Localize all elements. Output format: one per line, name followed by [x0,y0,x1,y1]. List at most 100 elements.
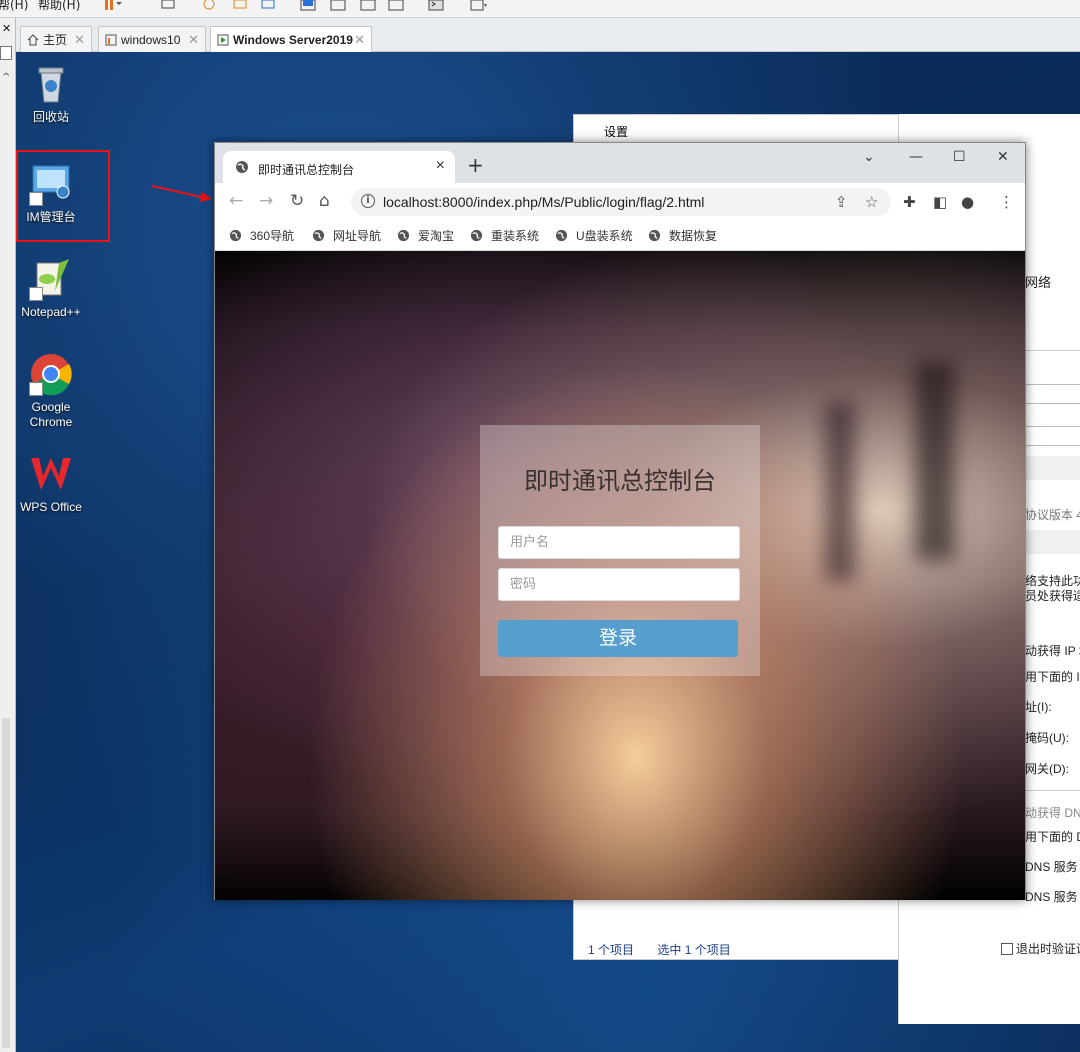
bookmark-item[interactable]: 爱淘宝 [397,227,454,244]
desktop-icon-google-chrome[interactable]: Google Chrome [16,352,86,430]
window-title: 设置 [604,125,629,139]
terminal-icon[interactable] [428,0,446,14]
globe-icon [397,229,410,242]
bookmark-label: 数据恢复 [669,229,718,243]
username-input[interactable]: 用户名 [498,526,740,559]
globe-icon [555,229,568,242]
view-full-icon[interactable] [300,0,318,14]
site-info-icon[interactable]: i [361,194,375,208]
home-icon [27,33,39,46]
dialog-heading: 网络 [1025,275,1052,290]
send-keys-icon[interactable] [160,0,178,14]
view-autofit-icon[interactable] [388,0,406,14]
home-icon[interactable]: ⌂ [319,192,330,210]
stretch-icon[interactable] [470,0,488,14]
desktop-icon-wps-office[interactable]: WPS Office [16,452,86,515]
menu-help-partial[interactable]: 帮(H) [0,0,28,13]
globe-icon [648,229,661,242]
tab-label: Windows Server2019 [233,33,353,47]
close-icon[interactable]: ✕ [74,32,85,48]
bookmark-label: 爱淘宝 [418,229,455,243]
radio-manual-ip[interactable]: 用下面的 IP [1025,668,1080,685]
profile-icon[interactable]: ● [961,193,974,211]
close-icon[interactable]: ✕ [354,32,365,48]
revert-snapshot-icon[interactable] [232,0,250,14]
extensions-icon[interactable]: ✚ [903,193,916,211]
bookmark-item[interactable]: 网址导航 [312,227,381,244]
recycle-bin-icon [29,62,73,106]
vm-running-icon [217,34,229,46]
chrome-tabstrip: 即时通讯总控制台 × + ⌄ — ☐ ✕ [215,143,1025,183]
pause-icon[interactable] [104,0,122,14]
maximize-icon[interactable]: ☐ [953,149,966,165]
label-dns-alternate: DNS 服务 [1025,890,1078,904]
desktop-icon-label: Notepad++ [21,305,81,319]
close-icon[interactable]: ✕ [2,22,11,35]
label-gateway: 网关(D): [1025,762,1069,776]
vmware-library-strip: ✕ ^ [0,18,16,1052]
minimize-icon[interactable]: — [909,149,923,165]
chrome-tab[interactable]: 即时通讯总控制台 × [223,151,455,183]
password-input[interactable]: 密码 [498,568,740,601]
bookmark-item[interactable]: 360导航 [229,227,294,244]
tab-windows10[interactable]: windows10 ✕ [98,26,206,52]
radio-auto-ip[interactable]: 动获得 IP 地 [1025,642,1080,659]
vm-icon [105,34,117,46]
shortcut-arrow-icon [29,192,43,206]
bookmarks-bar: 360导航 网址导航 爱淘宝 重装系统 U盘装系统 数据恢复 [215,219,1025,251]
view-console-icon[interactable] [330,0,348,14]
bookmark-item[interactable]: U盘装系统 [555,227,633,244]
wps-icon [29,452,73,496]
back-icon[interactable]: ← [229,192,243,210]
menu-icon[interactable]: ⋮ [999,193,1014,211]
dialog-list[interactable] [1025,384,1080,404]
desktop-icon-recycle-bin[interactable]: 回收站 [16,62,86,125]
chrome-tab-title: 即时通讯总控制台 [258,163,355,177]
shortcut-arrow-icon [29,287,43,301]
forward-icon[interactable]: → [259,192,273,210]
annotation-arrow [152,185,212,202]
validate-on-exit-checkbox[interactable]: 退出时验证设 [1001,940,1080,957]
address-bar[interactable]: i localhost:8000/index.php/Ms/Public/log… [351,188,891,216]
library-dropdown[interactable] [0,46,12,60]
login-button[interactable]: 登录 [498,620,738,657]
tab-home[interactable]: 主页 ✕ [20,26,92,52]
chevron-up-icon[interactable]: ^ [2,72,10,83]
chrome-icon [29,352,73,396]
scrollbar[interactable] [2,718,10,1048]
bookmark-star-icon[interactable]: ☆ [865,193,878,211]
login-panel: 即时通讯总控制台 用户名 密码 登录 [480,425,760,676]
snapshot-icon[interactable] [200,0,218,14]
radio-manual-dns[interactable]: 用下面的 D [1025,828,1080,845]
close-tab-icon[interactable]: × [436,157,445,175]
bookmark-item[interactable]: 重装系统 [470,227,539,244]
desktop-icon-label: IM管理台 [26,210,76,224]
label-dns-preferred: DNS 服务 [1025,860,1078,874]
snapshot-manager-icon[interactable] [260,0,278,14]
radio-auto-dns[interactable]: 动获得 DN [1025,804,1080,821]
chrome-toolbar: ← → ↻ ⌂ i localhost:8000/index.php/Ms/Pu… [215,183,1025,219]
globe-icon [470,229,483,242]
side-panel-icon[interactable]: ◧ [933,193,947,211]
status-selected-count: 选中 1 个项目 [657,943,731,957]
dialog-list[interactable] [1025,426,1080,446]
desktop-icon-notepad-plus-plus[interactable]: Notepad++ [16,257,86,320]
desktop-icon-im-console[interactable]: IM管理台 [16,162,86,225]
tab-windows-server-2019[interactable]: Windows Server2019 ✕ [210,26,372,53]
bookmark-item[interactable]: 数据恢复 [648,227,717,244]
label-ip-address: 址(I): [1025,700,1052,714]
tab-search-icon[interactable]: ⌄ [863,149,875,165]
close-window-icon[interactable]: ✕ [997,149,1009,165]
vmware-toolbar: 帮(H) 帮助(H) [0,0,1080,18]
close-icon[interactable]: ✕ [188,32,199,48]
vm-tab-bar: 主页 ✕ windows10 ✕ Windows Server2019 ✕ [16,18,1080,53]
new-tab-icon[interactable]: + [467,155,484,175]
menu-help[interactable]: 帮助(H) [38,0,80,13]
dialog-line: 员处获得适当 [1025,589,1080,603]
im-console-icon [29,162,73,206]
view-unity-icon[interactable] [360,0,378,14]
bookmark-label: 网址导航 [333,229,382,243]
share-icon[interactable]: ⇪ [835,193,848,211]
reload-icon[interactable]: ↻ [290,192,304,210]
desktop-icon-label: WPS Office [20,500,82,514]
